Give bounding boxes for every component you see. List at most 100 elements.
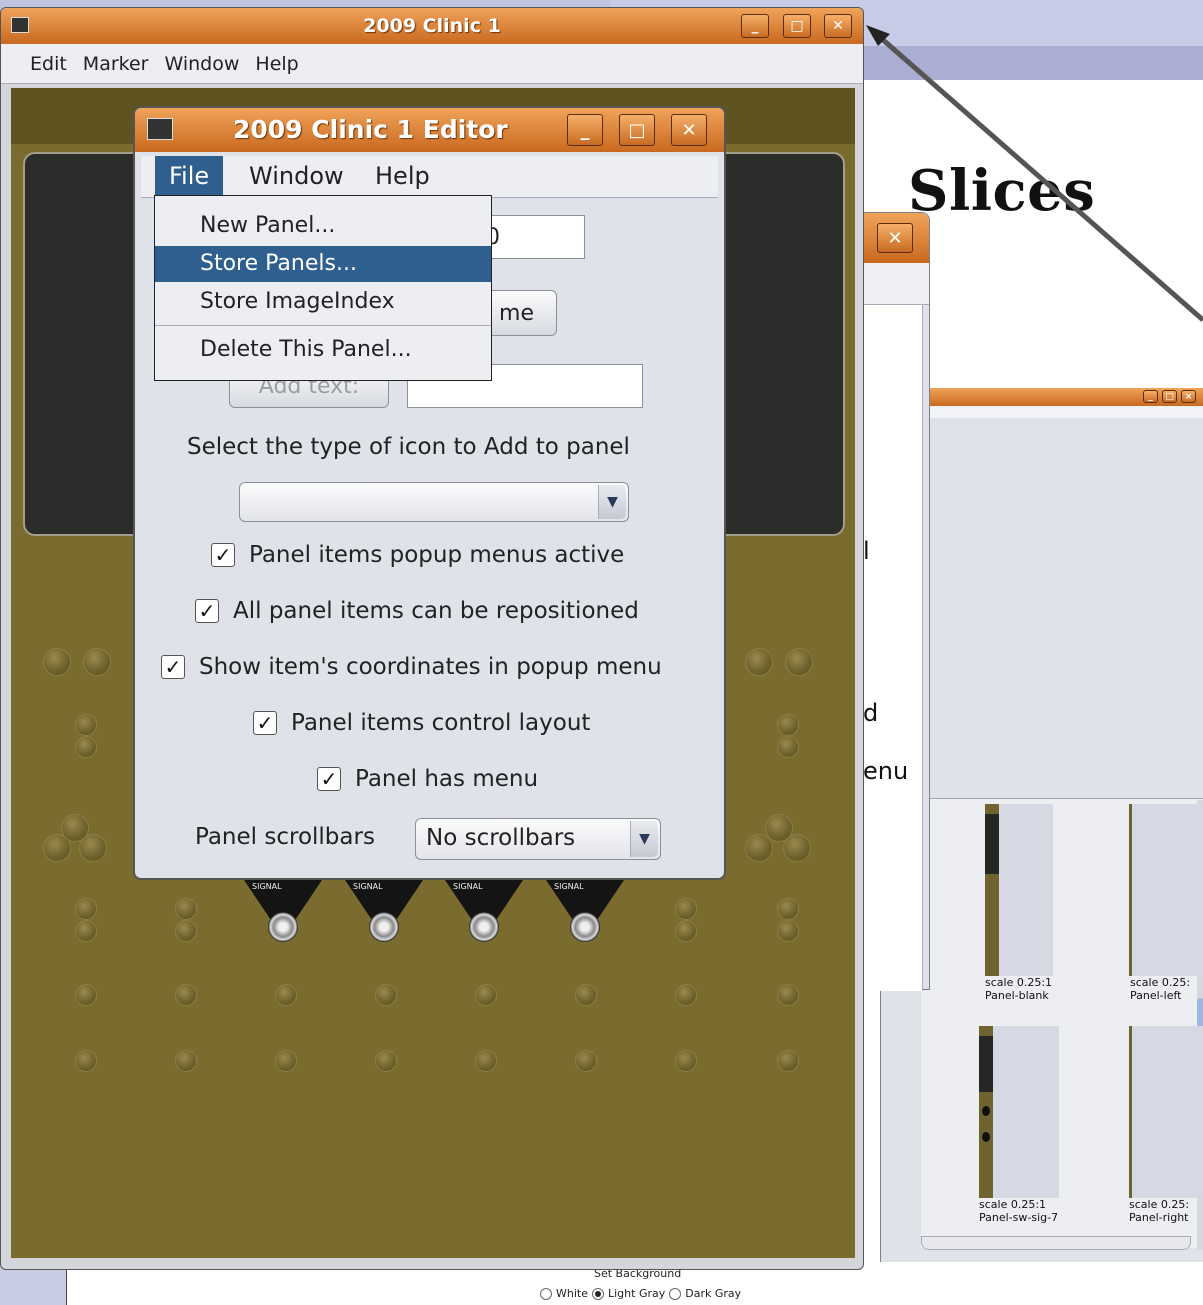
catalog-tile-name: Panel-sw-sig-7 bbox=[979, 1211, 1059, 1224]
maximize-icon: □ bbox=[628, 119, 646, 141]
indicator-lamp bbox=[375, 1050, 397, 1072]
catalog-tile-name: Panel-right bbox=[1129, 1211, 1189, 1224]
panel-window-title: 2009 Clinic 1 bbox=[363, 15, 501, 37]
menu-marker[interactable]: Marker bbox=[77, 53, 159, 75]
close-icon: ✕ bbox=[832, 18, 844, 34]
catalog-minimize-button[interactable]: _ bbox=[1143, 390, 1158, 403]
set-background-options: White Light Gray Dark Gray bbox=[540, 1287, 741, 1300]
menu-window[interactable]: Window bbox=[235, 156, 358, 196]
editor-maximize-button[interactable]: □ bbox=[619, 114, 655, 146]
checkbox-label: Panel has menu bbox=[355, 766, 539, 792]
signal-lever-1[interactable]: SIGNAL bbox=[244, 880, 322, 952]
signal-knob-icon[interactable] bbox=[469, 912, 499, 942]
signal-lever-4[interactable]: SIGNAL bbox=[546, 880, 624, 952]
radio-light-gray-label: Light Gray bbox=[608, 1287, 666, 1300]
indicator-lamp bbox=[777, 1050, 799, 1072]
slice-image bbox=[1129, 804, 1132, 976]
checkbox-has-menu[interactable]: ✓ Panel has menu bbox=[317, 766, 538, 792]
checkbox-repositioned[interactable]: ✓ All panel items can be repositioned bbox=[195, 598, 639, 624]
catalog-tile-name: Panel-blank bbox=[985, 989, 1049, 1002]
menu-window[interactable]: Window bbox=[158, 53, 249, 75]
checkbox-control-layout[interactable]: ✓ Panel items control layout bbox=[253, 710, 590, 736]
signal-knob-icon[interactable] bbox=[570, 912, 600, 942]
indicator-lamp bbox=[777, 898, 799, 920]
jmri-locomotive-icon[interactable] bbox=[11, 17, 29, 33]
minimize-icon: _ bbox=[751, 18, 759, 34]
indicator-lamp bbox=[175, 920, 197, 942]
catalog-tile-panel-left[interactable] bbox=[1129, 804, 1203, 976]
catalog-tile-panel-blank[interactable] bbox=[985, 804, 1053, 976]
menu-file[interactable]: File bbox=[155, 156, 224, 196]
checkmark-icon[interactable]: ✓ bbox=[195, 599, 219, 623]
radio-dark-gray[interactable] bbox=[669, 1287, 682, 1300]
radio-light-gray[interactable] bbox=[592, 1287, 604, 1300]
indicator-lamp bbox=[777, 714, 799, 736]
indicator-lamp bbox=[75, 984, 97, 1006]
maximize-icon: □ bbox=[790, 18, 804, 34]
checkbox-popup-menus[interactable]: ✓ Panel items popup menus active bbox=[211, 542, 624, 568]
indicator-lamp bbox=[275, 1050, 297, 1072]
catalog-close-button[interactable]: × bbox=[1181, 390, 1196, 403]
catalog-tile-panel-right[interactable] bbox=[1129, 1026, 1203, 1198]
panel-menubar: Edit Marker Window Help bbox=[1, 44, 863, 84]
icon-type-select[interactable]: ▼ bbox=[239, 482, 629, 522]
indicator-lamp bbox=[675, 1050, 697, 1072]
partial-label: l bbox=[863, 537, 870, 565]
catalog-tile-panel-sw-sig-7[interactable] bbox=[979, 1026, 1059, 1198]
editor-minimize-button[interactable]: _ bbox=[567, 114, 603, 146]
indicator-lamp bbox=[475, 984, 497, 1006]
signal-lever-2[interactable]: SIGNAL bbox=[345, 880, 423, 952]
radio-dark-gray-label: Dark Gray bbox=[685, 1287, 742, 1300]
indicator-lamp bbox=[275, 984, 297, 1006]
file-menu-dropdown: New Panel... Store Panels... Store Image… bbox=[154, 195, 492, 381]
catalog-tile-scale: scale 0.25:1 bbox=[985, 976, 1053, 989]
minimize-icon: _ bbox=[1148, 391, 1153, 402]
checkmark-icon[interactable]: ✓ bbox=[161, 655, 185, 679]
secondary-close-button[interactable]: ✕ bbox=[877, 223, 913, 253]
indicator-lamp bbox=[575, 984, 597, 1006]
radio-white[interactable] bbox=[540, 1287, 552, 1300]
menu-item-store-imageindex[interactable]: Store ImageIndex bbox=[155, 284, 491, 320]
menu-item-delete-panel[interactable]: Delete This Panel... bbox=[155, 332, 491, 368]
signal-lever-3[interactable]: SIGNAL bbox=[445, 880, 523, 952]
menu-edit[interactable]: Edit bbox=[13, 53, 77, 75]
scrollbars-select[interactable]: No scrollbars ▼ bbox=[415, 818, 661, 860]
jmri-locomotive-icon[interactable] bbox=[147, 118, 173, 140]
menu-item-new-panel[interactable]: New Panel... bbox=[155, 208, 491, 244]
panel-close-button[interactable]: ✕ bbox=[824, 14, 852, 38]
editor-close-button[interactable]: ✕ bbox=[671, 114, 707, 146]
signal-knob-icon[interactable] bbox=[268, 912, 298, 942]
panel-size-field[interactable]: 0 bbox=[481, 215, 585, 259]
signal-knob-icon[interactable] bbox=[369, 912, 399, 942]
checkbox-label: Panel items popup menus active bbox=[249, 542, 625, 568]
indicator-lamp bbox=[75, 920, 97, 942]
indicator-lamp bbox=[777, 984, 799, 1006]
signal-label: SIGNAL bbox=[252, 882, 282, 891]
panel-maximize-button[interactable]: □ bbox=[783, 14, 811, 38]
catalog-horizontal-scrollbar[interactable] bbox=[921, 1236, 1191, 1250]
indicator-lamp bbox=[785, 648, 813, 676]
checkmark-icon[interactable]: ✓ bbox=[253, 711, 277, 735]
checkmark-icon[interactable]: ✓ bbox=[317, 767, 341, 791]
checkbox-show-coordinates[interactable]: ✓ Show item's coordinates in popup menu bbox=[161, 654, 662, 680]
signal-label: SIGNAL bbox=[554, 882, 584, 891]
indicator-lamp bbox=[175, 898, 197, 920]
panel-minimize-button[interactable]: _ bbox=[741, 14, 769, 38]
slide-title: Slices bbox=[908, 158, 1096, 224]
indicator-lamp bbox=[75, 1050, 97, 1072]
catalog-maximize-button[interactable]: □ bbox=[1162, 390, 1177, 403]
indicator-lamp bbox=[745, 648, 773, 676]
indicator-lamp bbox=[175, 1050, 197, 1072]
chevron-down-icon[interactable]: ▼ bbox=[598, 485, 626, 519]
menu-help[interactable]: Help bbox=[249, 53, 308, 75]
chevron-down-icon[interactable]: ▼ bbox=[630, 821, 658, 857]
indicator-lamp bbox=[75, 714, 97, 736]
menu-help[interactable]: Help bbox=[361, 156, 444, 196]
indicator-lamp bbox=[83, 648, 111, 676]
indicator-lamp bbox=[745, 834, 773, 862]
menu-item-store-panels[interactable]: Store Panels... bbox=[155, 246, 491, 282]
checkmark-icon[interactable]: ✓ bbox=[211, 543, 235, 567]
indicator-lamp bbox=[675, 984, 697, 1006]
panel-titlebar[interactable]: 2009 Clinic 1 bbox=[1, 8, 863, 44]
close-icon: ✕ bbox=[887, 227, 903, 249]
